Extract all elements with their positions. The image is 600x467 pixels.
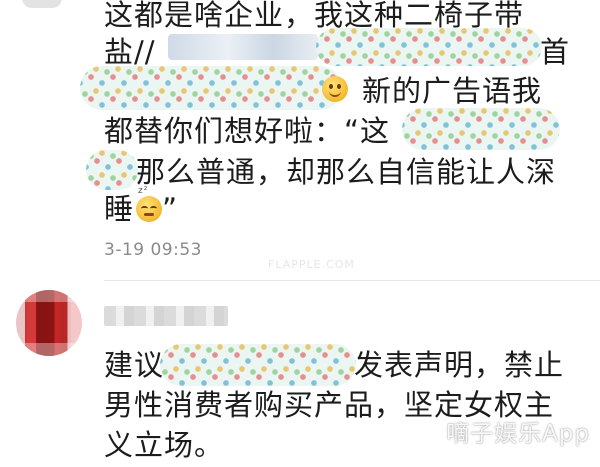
censor-mask — [316, 28, 542, 66]
comment-text-fragment: 首 — [540, 35, 571, 69]
comment-text-line: 义立场。 — [104, 428, 225, 462]
censor-blur — [168, 34, 318, 60]
censor-mask — [86, 150, 138, 190]
closing-quote: ” — [162, 192, 179, 226]
faint-watermark: FLAPPLE.COM — [268, 258, 355, 271]
comment-feed: 这都是啥企业，我这种二椅子带 盐// 首 新的广告语我 都替你们想好啦：“这 那… — [0, 0, 600, 467]
comment-text-fragment: 新的广告语我 — [362, 74, 543, 108]
comment-text-line: 那么普通，却那么自信能让人深 — [136, 155, 557, 189]
comment-text-fragment: 盐// — [104, 35, 156, 69]
username-blurred[interactable] — [104, 306, 228, 326]
sleepy-zz: z² — [138, 186, 149, 196]
comment-text-line: 睡 z² ” — [104, 187, 179, 230]
avatar[interactable] — [22, 0, 62, 8]
smile-emoji-icon — [322, 76, 348, 102]
sleepy-emoji-icon: z² — [136, 187, 163, 222]
censor-mask — [160, 344, 356, 386]
comment-divider — [104, 280, 600, 281]
censor-mask — [402, 108, 560, 150]
censor-mask — [80, 66, 342, 110]
comment-text-fragment: 发表声明，禁止 — [354, 348, 565, 382]
comment-text-fragment: 睡 — [104, 192, 135, 226]
app-watermark: 嘀子娱乐App — [446, 421, 590, 447]
comment-text-line: 都替你们想好啦：“这 — [104, 114, 391, 148]
comment-timestamp: 3-19 09:53 — [104, 240, 202, 260]
comment-text-line: 建议 — [104, 348, 165, 382]
avatar[interactable] — [16, 290, 82, 356]
